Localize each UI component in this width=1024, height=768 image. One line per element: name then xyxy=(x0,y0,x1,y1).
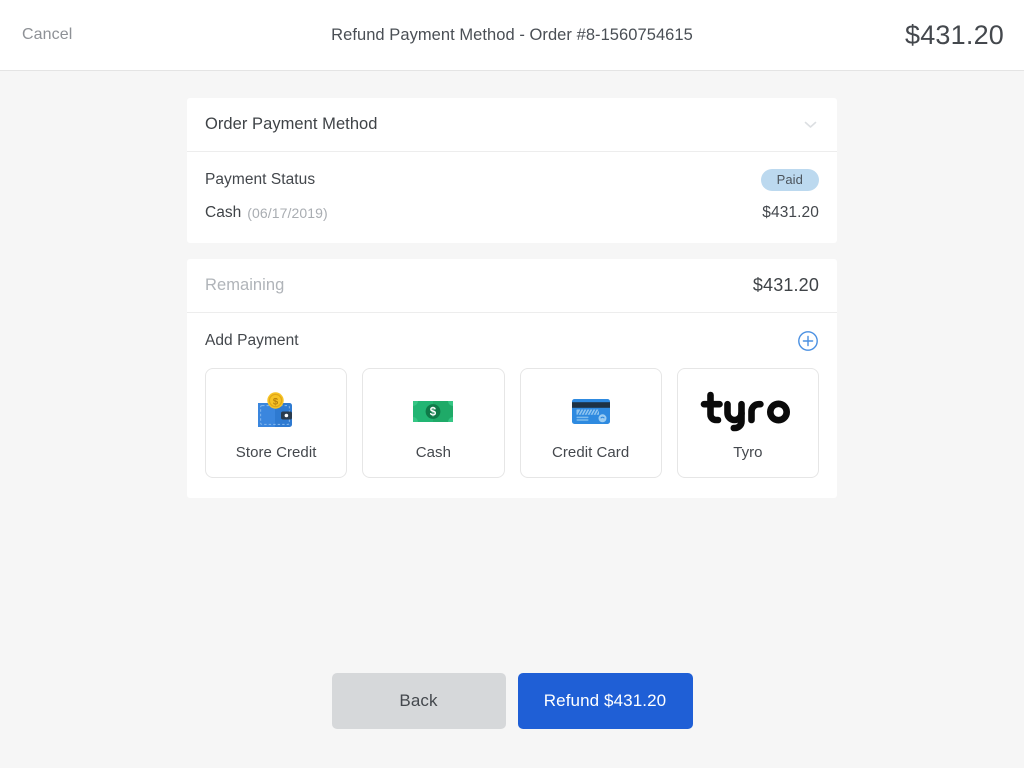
order-total-amount: $431.20 xyxy=(905,19,1004,50)
page-title: Refund Payment Method - Order #8-1560754… xyxy=(331,25,693,44)
payment-method-tile-store-credit[interactable]: $ Store Credit xyxy=(205,368,348,478)
payment-method-amount: $431.20 xyxy=(762,204,819,221)
add-payment-label: Add Payment xyxy=(205,331,299,349)
payment-rows: Payment Status Paid Cash (06/17/2019) $4… xyxy=(187,152,837,243)
payment-method-tile-label: Credit Card xyxy=(552,443,630,461)
add-payment-row: Add Payment xyxy=(187,313,837,368)
remaining-row: Remaining $431.20 xyxy=(187,259,837,313)
tyro-logo xyxy=(700,386,796,436)
remaining-amount: $431.20 xyxy=(752,275,819,295)
payment-method-tiles: $ Store Credit $ Cash Credit Card Tyro xyxy=(187,368,837,498)
cancel-button[interactable]: Cancel xyxy=(18,21,76,49)
order-payment-method-title: Order Payment Method xyxy=(205,115,378,133)
chevron-down-icon[interactable] xyxy=(802,116,819,133)
payment-status-right: Paid xyxy=(760,169,819,191)
svg-text:$: $ xyxy=(430,406,437,418)
payment-method-tile-cash[interactable]: $ Cash xyxy=(362,368,505,478)
refund-button[interactable]: Refund $431.20 xyxy=(517,673,693,729)
content-area: Order Payment Method Payment Status Paid… xyxy=(0,71,1024,768)
payment-method-tile-label: Store Credit xyxy=(235,443,317,461)
banknote-icon: $ xyxy=(409,386,457,436)
remaining-label: Remaining xyxy=(205,276,285,294)
refund-payment-method-screen: Cancel Refund Payment Method - Order #8-… xyxy=(0,0,1024,768)
payment-status-label: Payment Status xyxy=(205,171,316,188)
back-button[interactable]: Back xyxy=(331,673,506,729)
payment-method-name: Cash xyxy=(205,204,242,221)
payment-method-tile-tyro[interactable]: Tyro xyxy=(676,368,819,478)
wallet-icon: $ xyxy=(252,386,300,436)
order-payment-method-header[interactable]: Order Payment Method xyxy=(187,98,837,152)
add-payment-card: Remaining $431.20 Add Payment $ Store Cr… xyxy=(187,259,837,498)
payment-method-right: $431.20 xyxy=(762,204,819,222)
plus-circle-icon[interactable] xyxy=(797,330,819,352)
top-bar: Cancel Refund Payment Method - Order #8-… xyxy=(0,0,1024,71)
footer-actions: Back Refund $431.20 xyxy=(0,673,1024,729)
status-badge: Paid xyxy=(760,169,819,191)
svg-text:$: $ xyxy=(273,396,279,407)
payment-method-date: (06/17/2019) xyxy=(247,205,328,221)
order-payment-method-card: Order Payment Method Payment Status Paid… xyxy=(187,98,837,243)
payment-method-tile-label: Tyro xyxy=(733,443,763,461)
payment-method-row: Cash (06/17/2019) $431.20 xyxy=(205,200,819,226)
payment-status-row: Payment Status Paid xyxy=(205,167,819,193)
payment-method-tile-credit-card[interactable]: Credit Card xyxy=(519,368,662,478)
credit-card-icon xyxy=(567,386,615,436)
payment-method-tile-label: Cash xyxy=(415,443,451,461)
